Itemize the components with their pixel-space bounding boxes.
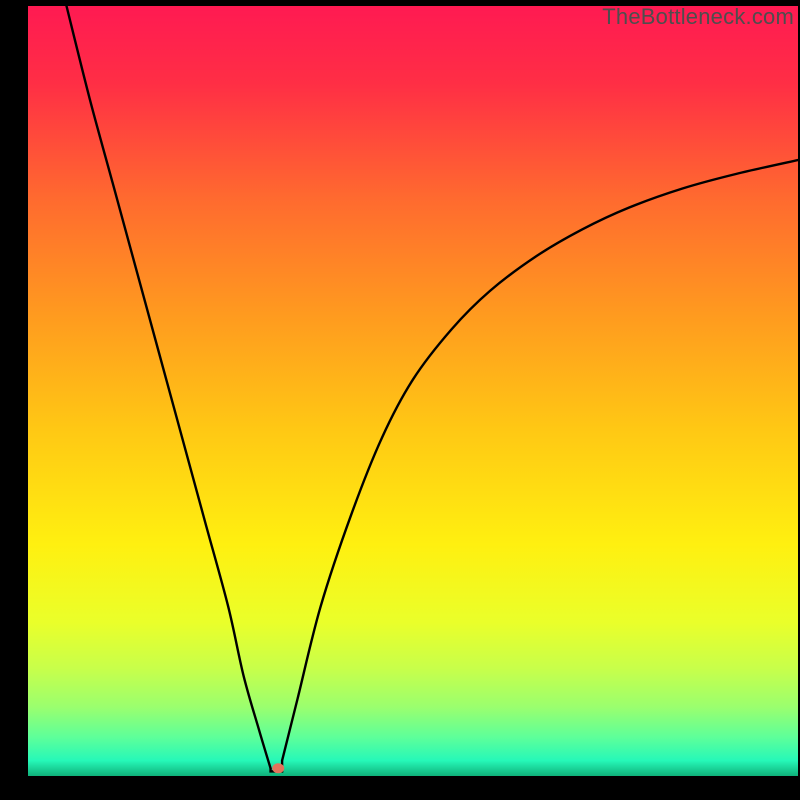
watermark-text: TheBottleneck.com [602,4,794,30]
chart-frame: TheBottleneck.com [0,0,800,800]
plot-background [28,6,798,776]
bottleneck-chart [28,6,798,776]
optimum-marker [272,763,284,773]
